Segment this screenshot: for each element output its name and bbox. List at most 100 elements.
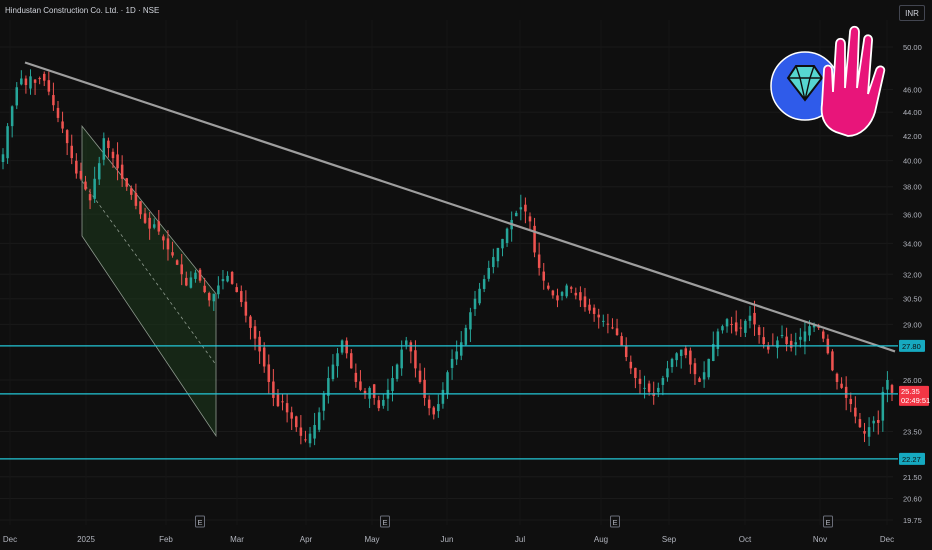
price-chart[interactable]: 50.00 46.00 44.00 42.00 40.00 38.00 36.00 34.00… <box>0 0 932 550</box>
candle-body <box>565 285 568 297</box>
candle-body <box>831 351 834 371</box>
candle-body <box>152 224 156 228</box>
candle-body <box>854 407 857 417</box>
candle-body <box>418 370 422 382</box>
candle-body <box>125 178 128 187</box>
candle-body <box>753 312 756 325</box>
candle-body <box>20 78 23 85</box>
candle-body <box>65 130 69 144</box>
candle-body <box>702 372 706 380</box>
candle-body <box>24 78 28 86</box>
candle-body <box>102 138 106 160</box>
candle-body <box>359 381 362 390</box>
candle-body <box>606 323 610 325</box>
x-tick-label: Jul <box>515 535 525 544</box>
candle-body <box>537 254 541 268</box>
candle-body <box>10 106 14 127</box>
candle-body <box>867 427 871 437</box>
candle-body <box>235 287 238 293</box>
y-tick-label: 19.75 <box>903 516 922 525</box>
candle-body <box>464 327 468 345</box>
candle-body <box>276 394 280 407</box>
candle-body <box>217 285 220 295</box>
candle-body <box>785 336 788 345</box>
candle-body <box>808 326 811 336</box>
candle-body <box>679 349 683 356</box>
candle-body <box>166 238 170 250</box>
candle-body <box>514 212 518 217</box>
candle-body <box>317 412 321 430</box>
candle-body <box>240 291 243 303</box>
candle-body <box>272 381 275 398</box>
current-price-label: 25.35 <box>901 387 920 396</box>
candle-body <box>721 326 724 331</box>
candle-body <box>597 314 600 318</box>
candle-body <box>354 372 358 382</box>
candle-body <box>698 378 701 382</box>
candle-body <box>496 247 500 262</box>
x-tick-label: Nov <box>813 535 827 544</box>
earnings-marker-label: E <box>825 518 830 527</box>
y-tick-label: 23.50 <box>903 427 922 436</box>
candle-body <box>88 194 92 201</box>
y-tick-label: 46.00 <box>903 85 922 94</box>
candle-body <box>835 373 839 382</box>
candle-body <box>881 391 885 421</box>
candle-body <box>203 285 206 293</box>
candle-body <box>707 358 710 378</box>
candle-body <box>789 340 793 348</box>
candle-body <box>624 346 628 358</box>
candle-body <box>670 358 674 368</box>
candle-body <box>226 275 229 282</box>
level-label: 27.80 <box>902 342 921 351</box>
candle-body <box>762 337 765 345</box>
x-tick-label: May <box>364 535 379 544</box>
candle-body <box>432 407 436 415</box>
candle-body <box>377 400 381 409</box>
candle-body <box>56 107 60 118</box>
candle-body <box>249 316 252 328</box>
candle-body <box>675 353 678 361</box>
hand-icon <box>820 25 886 137</box>
earnings-marker-label: E <box>197 518 202 527</box>
candle-body <box>684 348 688 356</box>
candle-body <box>524 204 527 212</box>
candle-body <box>157 221 161 232</box>
candle-body <box>313 425 316 439</box>
candle-body <box>579 292 582 301</box>
candle-body <box>794 342 798 345</box>
candle-body <box>469 312 472 330</box>
candle-body <box>194 272 197 279</box>
candle-body <box>414 350 417 369</box>
y-tick-label: 40.00 <box>903 157 922 166</box>
y-tick-label: 50.00 <box>903 43 922 52</box>
candle-body <box>886 379 889 390</box>
candle-body <box>822 331 825 339</box>
candle-body <box>372 384 376 398</box>
y-tick-label: 30.50 <box>903 295 922 304</box>
x-tick-label: Feb <box>159 535 173 544</box>
candle-body <box>547 285 550 289</box>
candle-body <box>872 420 875 424</box>
candle-body <box>744 320 747 333</box>
candle-body <box>487 267 491 279</box>
candle-body <box>459 342 463 356</box>
candle-body <box>739 327 743 329</box>
candle-body <box>611 327 614 329</box>
candle-body <box>1 154 5 162</box>
candle-body <box>38 78 41 80</box>
candle-body <box>533 225 536 253</box>
candle-body <box>107 140 110 149</box>
candle-body <box>97 163 101 180</box>
candle-body <box>409 342 413 352</box>
candle-body <box>267 364 271 382</box>
candle-body <box>569 287 573 289</box>
candle-body <box>647 383 651 392</box>
candle-body <box>395 364 399 379</box>
candle-body <box>844 386 848 398</box>
candle-body <box>661 378 665 385</box>
level-label: 22.27 <box>902 455 921 464</box>
candle-body <box>207 293 211 301</box>
candle-body <box>876 419 880 423</box>
candle-body <box>473 298 477 310</box>
